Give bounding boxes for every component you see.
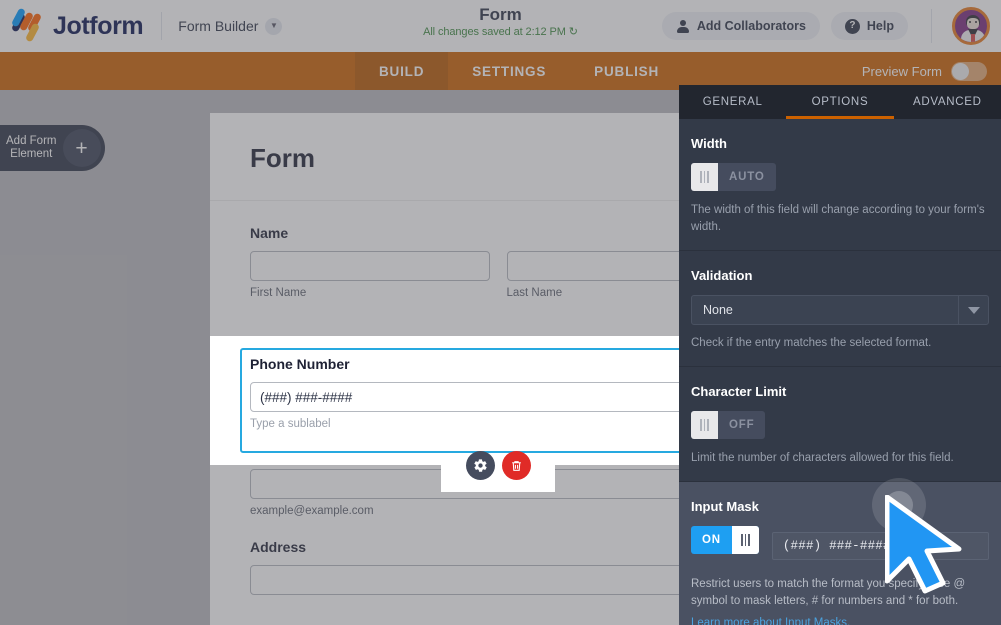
gear-icon[interactable]	[466, 451, 495, 480]
toggle-knob-icon	[732, 526, 759, 554]
first-name-sublabel: First Name	[250, 287, 490, 299]
field-label: Address	[250, 539, 746, 555]
help-label: Help	[867, 19, 894, 33]
chevron-down-icon[interactable]: ▼	[265, 18, 282, 35]
phone-field-label: Phone Number	[250, 356, 746, 372]
input-mask-learn-more-link[interactable]: Learn more about Input Masks.	[691, 617, 850, 625]
form-builder-menu[interactable]: Form Builder ▼	[178, 18, 282, 35]
field-action-buttons	[466, 451, 531, 480]
width-toggle[interactable]: AUTO	[691, 163, 776, 191]
field-label: Name	[250, 225, 746, 241]
address-input[interactable]	[250, 565, 746, 595]
preview-form-toggle[interactable]	[951, 62, 987, 81]
field-address[interactable]: Address	[250, 539, 746, 595]
section-description: Limit the number of characters allowed f…	[691, 450, 989, 467]
section-validation: Validation None Check if the entry match…	[679, 251, 1001, 367]
chevron-down-icon[interactable]	[958, 295, 988, 325]
section-title: Width	[691, 136, 989, 151]
field-name[interactable]: Name First Name Last Name	[250, 225, 746, 299]
page-title: Form	[479, 5, 522, 25]
nav-tab-settings[interactable]: SETTINGS	[448, 52, 570, 90]
tab-general[interactable]: GENERAL	[679, 85, 786, 119]
email-sublabel: example@example.com	[250, 505, 746, 517]
form-builder-label: Form Builder	[178, 18, 258, 34]
section-title: Character Limit	[691, 384, 989, 399]
person-icon	[676, 19, 690, 33]
add-form-element-label: Add Form Element	[6, 135, 57, 161]
add-collaborators-button[interactable]: Add Collaborators	[662, 12, 820, 40]
nav-tab-publish[interactable]: PUBLISH	[570, 52, 683, 90]
tab-options[interactable]: OPTIONS	[786, 85, 893, 119]
section-title: Validation	[691, 268, 989, 283]
add-form-element-button[interactable]: Add Form Element +	[0, 125, 105, 171]
screen-root: Jotform Form Builder ▼ Form All changes …	[0, 0, 1001, 625]
trash-icon[interactable]	[502, 451, 531, 480]
character-limit-toggle[interactable]: OFF	[691, 411, 765, 439]
validation-selected-value: None	[703, 303, 733, 317]
width-toggle-state: AUTO	[718, 171, 776, 183]
avatar-divider	[931, 9, 932, 43]
app-header: Jotform Form Builder ▼ Form All changes …	[0, 0, 1001, 52]
navbar-spacer	[0, 52, 355, 90]
panel-tabs: GENERAL OPTIONS ADVANCED	[679, 85, 1001, 119]
character-limit-toggle-state: OFF	[718, 419, 765, 431]
save-status: All changes saved at 2:12 PM ↻	[423, 25, 578, 39]
plus-icon[interactable]: +	[63, 129, 101, 167]
toggle-knob-icon	[691, 411, 718, 439]
nav-tab-build[interactable]: BUILD	[355, 52, 448, 90]
tab-advanced[interactable]: ADVANCED	[894, 85, 1001, 119]
jotform-logo-icon	[14, 12, 44, 40]
section-width: Width AUTO The width of this field will …	[679, 119, 1001, 251]
logo-area[interactable]: Jotform	[0, 12, 143, 41]
section-character-limit: Character Limit OFF Limit the number of …	[679, 367, 1001, 482]
validation-select[interactable]: None	[691, 295, 989, 325]
section-description: The width of this field will change acco…	[691, 202, 989, 236]
phone-field-sublabel: Type a sublabel	[250, 418, 746, 430]
input-mask-toggle-state: ON	[691, 534, 732, 546]
mouse-pointer-arrow	[885, 495, 985, 595]
section-description: Check if the entry matches the selected …	[691, 335, 989, 352]
avatar[interactable]	[952, 7, 990, 45]
header-actions: Add Collaborators ? Help	[662, 0, 1001, 52]
add-collaborators-label: Add Collaborators	[697, 19, 806, 33]
form-title: Form	[250, 143, 746, 174]
preview-form-label: Preview Form	[862, 64, 942, 79]
first-name-input[interactable]	[250, 251, 490, 281]
header-divider	[161, 12, 162, 40]
input-mask-toggle[interactable]: ON	[691, 526, 759, 554]
question-mark-icon: ?	[845, 19, 860, 34]
toggle-knob-icon	[691, 163, 718, 191]
phone-number-input[interactable]: (###) ###-####	[250, 382, 746, 412]
help-button[interactable]: ? Help	[831, 12, 908, 40]
logo-text: Jotform	[53, 12, 143, 41]
